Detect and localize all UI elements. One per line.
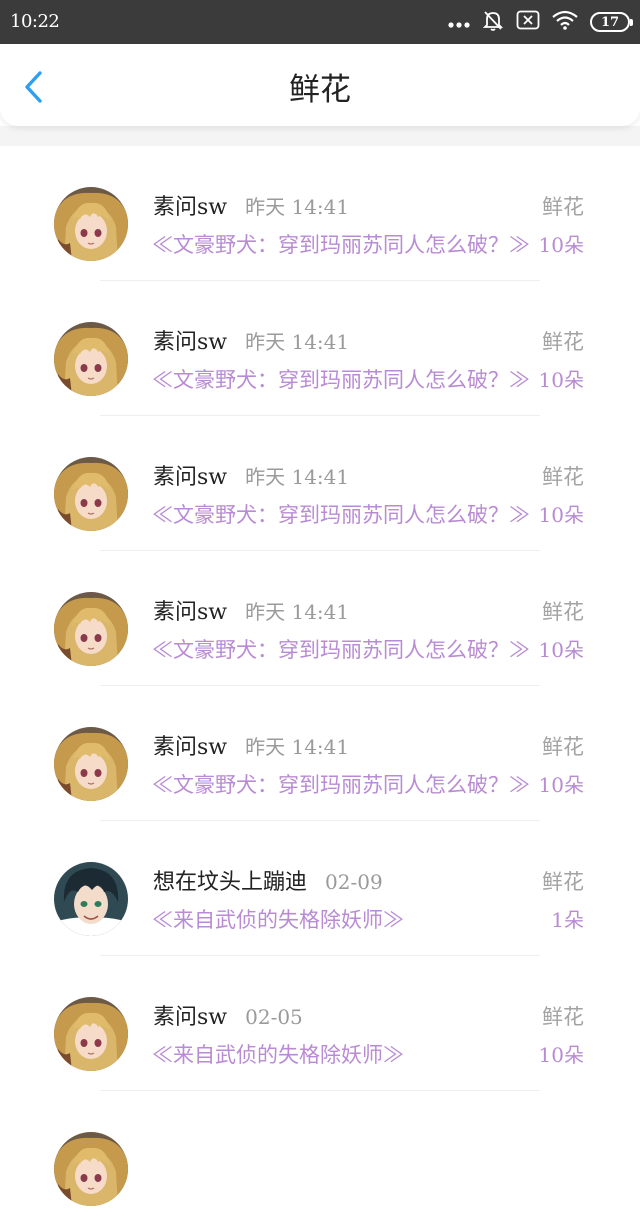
user-line: 素问sw 昨天 14:41 bbox=[153, 328, 349, 357]
gift-row[interactable]: 素问sw 02-05 鲜花 ≪来自武侦的失格除妖师≫ 10朵 bbox=[0, 956, 640, 1091]
more-dots-icon bbox=[448, 13, 470, 32]
avatar[interactable] bbox=[54, 322, 128, 396]
gift-row[interactable]: 素问sw 昨天 14:41 鲜花 ≪文豪野犬：穿到玛丽苏同人怎么破？≫ 10朵 bbox=[0, 146, 640, 281]
gift-row[interactable]: 素问sw 昨天 14:41 鲜花 ≪文豪野犬：穿到玛丽苏同人怎么破？≫ 10朵 bbox=[0, 551, 640, 686]
user-line: 素问sw 昨天 14:41 bbox=[153, 193, 349, 222]
gift-count: 10朵 bbox=[538, 638, 584, 662]
timestamp: 昨天 14:41 bbox=[245, 465, 350, 489]
user-name[interactable]: 想在坟头上蹦迪 bbox=[153, 869, 307, 897]
gift-count: 10朵 bbox=[538, 773, 584, 797]
sim-off-icon bbox=[516, 10, 540, 34]
timestamp: 昨天 14:41 bbox=[245, 195, 350, 219]
bell-muted-icon bbox=[482, 9, 504, 35]
user-name[interactable]: 素问sw bbox=[153, 194, 227, 222]
timestamp: 02-09 bbox=[325, 870, 383, 894]
user-name[interactable]: 素问sw bbox=[153, 464, 227, 492]
gift-row[interactable]: 想在坟头上蹦迪 02-09 鲜花 ≪来自武侦的失格除妖师≫ 1朵 bbox=[0, 821, 640, 956]
book-title-link[interactable]: ≪来自武侦的失格除妖师≫ bbox=[152, 906, 404, 934]
gift-type: 鲜花 bbox=[542, 195, 584, 219]
user-line: 素问sw 昨天 14:41 bbox=[153, 598, 349, 627]
gift-row[interactable]: 素问sw 昨天 14:41 鲜花 ≪文豪野犬：穿到玛丽苏同人怎么破？≫ 10朵 bbox=[0, 416, 640, 551]
user-line: 素问sw 昨天 14:41 bbox=[153, 733, 349, 762]
timestamp: 昨天 14:41 bbox=[245, 735, 350, 759]
gift-count: 10朵 bbox=[538, 368, 584, 392]
status-bar: 10:22 17 bbox=[0, 0, 640, 44]
page-title: 鲜花 bbox=[289, 72, 351, 108]
book-title-link[interactable]: ≪文豪野犬：穿到玛丽苏同人怎么破？≫ bbox=[152, 366, 530, 394]
timestamp: 02-05 bbox=[245, 1005, 303, 1029]
gift-type: 鲜花 bbox=[542, 735, 584, 759]
battery-icon: 17 bbox=[590, 12, 633, 32]
avatar[interactable] bbox=[54, 862, 128, 936]
gift-type: 鲜花 bbox=[542, 465, 584, 489]
gift-list: 素问sw 昨天 14:41 鲜花 ≪文豪野犬：穿到玛丽苏同人怎么破？≫ 10朵 素… bbox=[0, 146, 640, 1226]
timestamp: 昨天 14:41 bbox=[245, 600, 350, 624]
section-gap bbox=[0, 126, 640, 146]
timestamp: 昨天 14:41 bbox=[245, 330, 350, 354]
status-time: 10:22 bbox=[10, 11, 60, 32]
user-name[interactable]: 素问sw bbox=[153, 329, 227, 357]
avatar[interactable] bbox=[54, 457, 128, 531]
user-name[interactable]: 素问sw bbox=[153, 734, 227, 762]
book-title-link[interactable]: ≪文豪野犬：穿到玛丽苏同人怎么破？≫ bbox=[152, 501, 530, 529]
gift-row[interactable]: 素问sw 昨天 14:41 鲜花 ≪文豪野犬：穿到玛丽苏同人怎么破？≫ 10朵 bbox=[0, 686, 640, 821]
gift-count: 10朵 bbox=[538, 503, 584, 527]
book-title-link[interactable]: ≪来自武侦的失格除妖师≫ bbox=[152, 1041, 404, 1069]
book-title-link[interactable]: ≪文豪野犬：穿到玛丽苏同人怎么破？≫ bbox=[152, 771, 530, 799]
avatar[interactable] bbox=[54, 727, 128, 801]
gift-count: 1朵 bbox=[551, 908, 584, 932]
user-name[interactable]: 素问sw bbox=[153, 1004, 227, 1032]
header: 鲜花 bbox=[0, 44, 640, 126]
gift-type: 鲜花 bbox=[542, 1005, 584, 1029]
battery-level: 17 bbox=[600, 14, 620, 30]
user-line: 素问sw 02-05 bbox=[153, 1003, 303, 1032]
gift-type: 鲜花 bbox=[542, 600, 584, 624]
gift-count: 10朵 bbox=[538, 1043, 584, 1067]
book-title-link[interactable]: ≪文豪野犬：穿到玛丽苏同人怎么破？≫ bbox=[152, 636, 530, 664]
avatar[interactable] bbox=[54, 187, 128, 261]
gift-row[interactable]: 素问sw 昨天 14:41 鲜花 ≪文豪野犬：穿到玛丽苏同人怎么破？≫ 10朵 bbox=[0, 281, 640, 416]
gift-type: 鲜花 bbox=[542, 330, 584, 354]
user-line: 素问sw 昨天 14:41 bbox=[153, 463, 349, 492]
status-icons: 17 bbox=[436, 9, 633, 35]
avatar[interactable] bbox=[54, 592, 128, 666]
avatar[interactable] bbox=[54, 997, 128, 1071]
wifi-icon bbox=[552, 10, 578, 34]
gift-type: 鲜花 bbox=[542, 870, 584, 894]
avatar[interactable] bbox=[54, 1132, 128, 1206]
user-name[interactable]: 素问sw bbox=[153, 599, 227, 627]
gift-count: 10朵 bbox=[538, 233, 584, 257]
book-title-link[interactable]: ≪文豪野犬：穿到玛丽苏同人怎么破？≫ bbox=[152, 231, 530, 259]
user-line: 想在坟头上蹦迪 02-09 bbox=[153, 868, 383, 897]
gift-row[interactable] bbox=[0, 1091, 640, 1226]
